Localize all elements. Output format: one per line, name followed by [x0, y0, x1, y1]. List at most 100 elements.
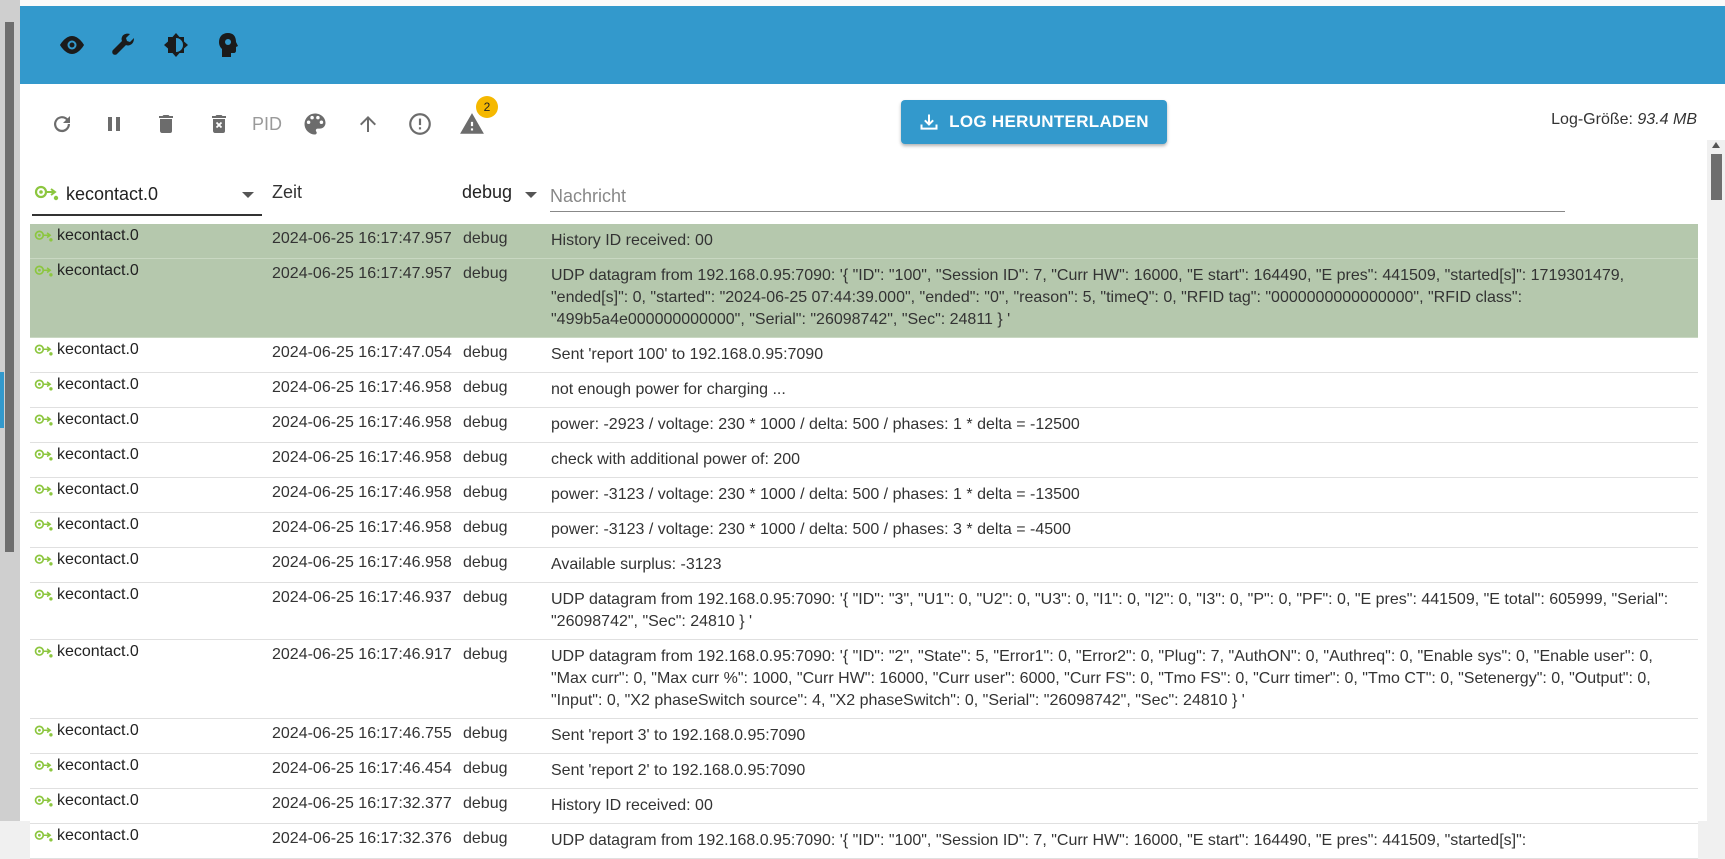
head-icon[interactable]	[211, 28, 245, 62]
log-row: kecontact.0 2024-06-25 16:17:32.376 debu…	[30, 824, 1698, 859]
message-filter-input[interactable]	[550, 170, 1565, 212]
log-row-message: Available surplus: -3123	[551, 556, 722, 573]
delete-button[interactable]	[148, 106, 184, 142]
log-row-instance-cell: kecontact.0	[34, 551, 139, 569]
log-panel: PID 2 LOG HERUNTERLADEN Log-Größe: 93.4 …	[20, 84, 1725, 859]
trash-icon	[159, 115, 173, 133]
log-row-time: 2024-06-25 16:17:47.957	[272, 230, 452, 247]
download-log-button[interactable]: LOG HERUNTERLADEN	[901, 100, 1167, 144]
log-row-instance-cell: kecontact.0	[34, 827, 139, 845]
log-row-instance-cell: kecontact.0	[34, 516, 139, 534]
adapter-icon	[34, 265, 53, 277]
log-row: kecontact.0 2024-06-25 16:17:46.958 debu…	[30, 513, 1698, 548]
log-row-message: Sent 'report 2' to 192.168.0.95:7090	[551, 762, 806, 779]
log-row-instance-cell: kecontact.0	[34, 792, 139, 810]
log-row: kecontact.0 2024-06-25 16:17:46.958 debu…	[30, 373, 1698, 408]
log-row-message: UDP datagram from 192.168.0.95:7090: '{ …	[551, 832, 1527, 849]
log-row-level: debug	[463, 760, 508, 777]
log-row-instance: kecontact.0	[57, 516, 139, 533]
log-row-level: debug	[463, 554, 508, 571]
log-row-instance: kecontact.0	[57, 262, 139, 279]
adapter-icon	[34, 414, 53, 426]
log-row-time: 2024-06-25 16:17:46.958	[272, 484, 452, 501]
delete-all-button[interactable]	[201, 106, 237, 142]
adapter-icon	[34, 379, 53, 391]
log-row-time: 2024-06-25 16:17:47.957	[272, 265, 452, 282]
eye-icon[interactable]	[55, 28, 89, 62]
left-scrollbar[interactable]	[0, 0, 20, 821]
log-row-time: 2024-06-25 16:17:46.958	[272, 449, 452, 466]
log-row: kecontact.0 2024-06-25 16:17:46.755 debu…	[30, 719, 1698, 754]
wrench-icon[interactable]	[107, 28, 141, 62]
log-row-time: 2024-06-25 16:17:32.376	[272, 830, 452, 847]
log-row-time: 2024-06-25 16:17:46.937	[272, 589, 452, 606]
warning-count-badge: 2	[476, 96, 498, 118]
log-row: kecontact.0 2024-06-25 16:17:46.958 debu…	[30, 443, 1698, 478]
pid-toggle[interactable]: PID	[247, 106, 287, 142]
trash-x-icon	[212, 115, 226, 133]
adapter-icon	[34, 344, 53, 356]
log-size: Log-Größe: 93.4 MB	[1551, 111, 1697, 129]
log-row-message: not enough power for charging ...	[551, 381, 786, 398]
log-row: kecontact.0 2024-06-25 16:17:46.917 debu…	[30, 640, 1698, 719]
log-row-level: debug	[463, 449, 508, 466]
log-row-instance-cell: kecontact.0	[34, 446, 139, 464]
adapter-icon	[34, 725, 53, 737]
log-row-instance: kecontact.0	[57, 586, 139, 603]
pause-button[interactable]	[96, 106, 132, 142]
log-row-instance-cell: kecontact.0	[34, 586, 139, 604]
adapter-icon	[34, 646, 53, 658]
warnings-button[interactable]: 2	[454, 96, 498, 142]
left-scrollbar-thumb[interactable]	[5, 22, 14, 552]
log-row-instance: kecontact.0	[57, 341, 139, 358]
log-row-time: 2024-06-25 16:17:32.377	[272, 795, 452, 812]
log-row-message: History ID received: 00	[551, 797, 713, 814]
log-filter-bar: kecontact.0 Zeit debug	[32, 170, 1712, 226]
log-row-time: 2024-06-25 16:17:46.917	[272, 646, 452, 663]
sort-order-button[interactable]	[350, 106, 386, 142]
scroll-up-arrow-icon[interactable]	[1712, 142, 1720, 148]
log-row-instance-cell: kecontact.0	[34, 411, 139, 429]
adapter-icon	[34, 184, 60, 207]
log-row-instance: kecontact.0	[57, 481, 139, 498]
log-table: kecontact.0 2024-06-25 16:17:47.957 debu…	[30, 224, 1698, 859]
errors-filter-button[interactable]	[402, 106, 438, 142]
log-row-level: debug	[463, 484, 508, 501]
instance-filter-select[interactable]: kecontact.0	[32, 170, 262, 216]
adapter-icon	[34, 484, 53, 496]
log-row-instance: kecontact.0	[57, 757, 139, 774]
app-header	[20, 6, 1725, 84]
download-log-label: LOG HERUNTERLADEN	[949, 112, 1149, 131]
level-filter-value: debug	[462, 182, 513, 202]
log-row-instance: kecontact.0	[57, 551, 139, 568]
log-row-instance-cell: kecontact.0	[34, 262, 139, 280]
log-scrollbar-thumb[interactable]	[1711, 154, 1722, 200]
log-row-level: debug	[463, 795, 508, 812]
arrow-up-icon	[360, 116, 376, 132]
log-row-level: debug	[463, 414, 508, 431]
log-row-time: 2024-06-25 16:17:46.454	[272, 760, 452, 777]
refresh-icon	[54, 116, 71, 133]
color-toggle-button[interactable]	[297, 106, 333, 142]
log-row-message: power: -3123 / voltage: 230 * 1000 / del…	[551, 486, 1080, 503]
log-row-instance: kecontact.0	[57, 446, 139, 463]
refresh-button[interactable]	[44, 106, 80, 142]
log-row-instance: kecontact.0	[57, 827, 139, 844]
log-row-level: debug	[463, 344, 508, 361]
log-toolbar: PID 2 LOG HERUNTERLADEN Log-Größe: 93.4 …	[20, 84, 1725, 156]
log-row: kecontact.0 2024-06-25 16:17:46.454 debu…	[30, 754, 1698, 789]
log-row-instance: kecontact.0	[57, 411, 139, 428]
log-row-level: debug	[463, 519, 508, 536]
log-scrollbar[interactable]	[1707, 140, 1725, 821]
log-row: kecontact.0 2024-06-25 16:17:46.958 debu…	[30, 478, 1698, 513]
time-column-header: Zeit	[272, 182, 303, 202]
brightness-icon[interactable]	[159, 28, 193, 62]
level-filter-select[interactable]: debug	[462, 170, 539, 214]
log-row-instance-cell: kecontact.0	[34, 376, 139, 394]
log-row: kecontact.0 2024-06-25 16:17:46.937 debu…	[30, 583, 1698, 640]
instance-filter-value: kecontact.0	[66, 184, 159, 204]
log-row-message: check with additional power of: 200	[551, 451, 801, 468]
pause-icon	[108, 117, 120, 131]
log-size-label: Log-Größe:	[1551, 111, 1633, 128]
palette-icon	[304, 113, 326, 135]
